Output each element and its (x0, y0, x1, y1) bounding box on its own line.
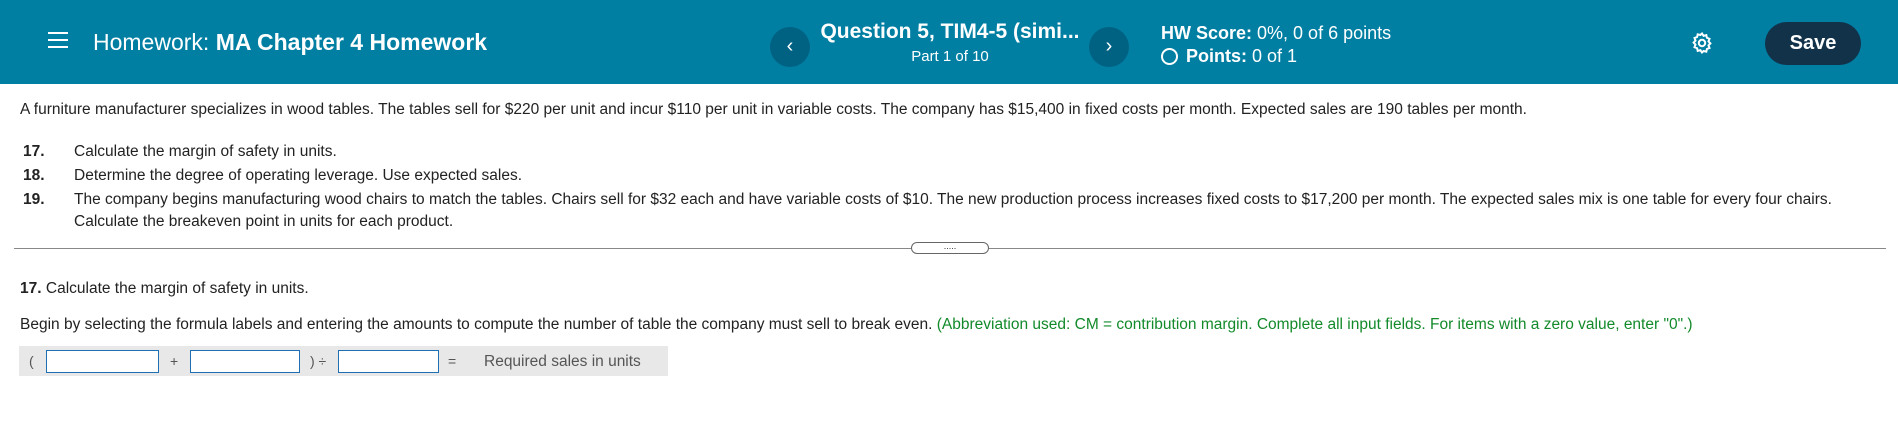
menu-icon[interactable] (48, 32, 68, 50)
points-label: Points: (1186, 46, 1247, 66)
status-circle-icon (1161, 48, 1178, 65)
homework-title-prefix: Homework: (93, 29, 210, 55)
chevron-right-icon: › (1105, 35, 1113, 57)
hw-score-value: 0%, 0 of 6 points (1257, 23, 1392, 43)
gear-icon[interactable] (1690, 31, 1714, 55)
open-paren: ( (29, 353, 34, 369)
previous-question-button[interactable]: ‹ (770, 27, 810, 67)
instruction-text: Begin by selecting the formula labels an… (20, 316, 933, 333)
item-text: Calculate the margin of safety in units. (74, 143, 337, 160)
problem-item: 17. Calculate the margin of safety in un… (20, 141, 1880, 163)
item-number: 19. (23, 191, 45, 208)
close-paren-divide: ) ÷ (310, 353, 327, 369)
homework-title-name: MA Chapter 4 Homework (215, 29, 488, 55)
formula-input-2[interactable] (190, 350, 300, 373)
item-text: Determine the degree of operating levera… (74, 167, 523, 184)
hw-score: HW Score: 0%, 0 of 6 points (1161, 23, 1391, 44)
question-part: Part 1 of 10 (911, 48, 989, 65)
plus-sign: + (170, 353, 179, 369)
item-text: The company begins manufacturing wood ch… (74, 191, 1832, 230)
top-bar: Homework: MA Chapter 4 Homework ‹ Questi… (0, 0, 1898, 84)
question-title: Question 5, TIM4-5 (simi... (820, 20, 1080, 43)
problem-item: 18. Determine the degree of operating le… (20, 165, 1880, 187)
formula-result-label: Required sales in units (484, 353, 641, 370)
equals-sign: = (448, 353, 457, 369)
problem-statement: A furniture manufacturer specializes in … (20, 101, 1527, 118)
homework-title: Homework: MA Chapter 4 Homework (93, 29, 487, 56)
question-text: Calculate the margin of safety in units. (45, 280, 309, 297)
hw-score-label: HW Score: (1161, 23, 1253, 43)
points: Points: 0 of 1 (1161, 46, 1297, 67)
item-number: 18. (23, 167, 45, 184)
formula-input-3[interactable] (338, 350, 439, 373)
formula-row: ( + ) ÷ = Required sales in units (19, 346, 668, 376)
formula-input-1[interactable] (46, 350, 159, 373)
save-button[interactable]: Save (1765, 22, 1861, 65)
question-instruction: Begin by selecting the formula labels an… (20, 316, 1693, 334)
chevron-left-icon: ‹ (786, 35, 794, 57)
instruction-hint: (Abbreviation used: CM = contribution ma… (936, 316, 1693, 333)
points-value: 0 of 1 (1252, 46, 1298, 66)
problem-items: 17. Calculate the margin of safety in un… (20, 141, 1880, 235)
question-number: 17. (20, 280, 42, 297)
problem-item: 19. The company begins manufacturing woo… (20, 189, 1880, 233)
resize-handle[interactable]: ..... (911, 242, 989, 254)
question-heading: 17. Calculate the margin of safety in un… (20, 280, 309, 298)
item-number: 17. (23, 143, 45, 160)
next-question-button[interactable]: › (1089, 27, 1129, 67)
